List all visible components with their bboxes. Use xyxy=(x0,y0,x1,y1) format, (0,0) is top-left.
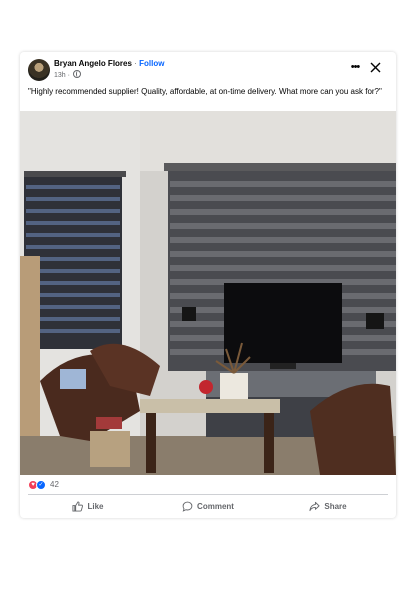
globe-icon xyxy=(72,70,81,78)
close-icon[interactable] xyxy=(369,61,382,74)
comment-icon xyxy=(182,501,193,512)
post-actions: Like Comment Share xyxy=(28,496,388,516)
like-button[interactable]: Like xyxy=(28,496,148,516)
like-label: Like xyxy=(87,501,104,511)
author-avatar[interactable] xyxy=(28,59,50,81)
facebook-post-card: Bryan Angelo Flores · Follow 13h · ••• "… xyxy=(20,52,396,518)
comment-label: Comment xyxy=(197,501,234,511)
more-options-icon[interactable]: ••• xyxy=(348,61,362,73)
post-time[interactable]: 13h · xyxy=(54,72,70,79)
reaction-count[interactable]: 42 xyxy=(50,480,59,489)
author-line: Bryan Angelo Flores · Follow xyxy=(54,59,164,68)
actions-divider xyxy=(28,494,388,495)
like-icon: ✓ xyxy=(36,480,46,490)
author-name[interactable]: Bryan Angelo Flores xyxy=(54,59,132,68)
reactions-bar[interactable]: ♥ ✓ 42 xyxy=(28,479,388,491)
thumbs-up-icon xyxy=(72,500,84,512)
post-meta: 13h · xyxy=(54,70,81,79)
share-icon xyxy=(309,501,320,511)
comment-button[interactable]: Comment xyxy=(148,496,268,516)
post-header: Bryan Angelo Flores · Follow 13h · ••• xyxy=(20,52,396,84)
name-separator: · xyxy=(134,59,137,68)
share-button[interactable]: Share xyxy=(268,496,388,516)
post-caption: "Highly recommended supplier! Quality, a… xyxy=(28,87,382,96)
share-label: Share xyxy=(324,501,347,511)
follow-link[interactable]: Follow xyxy=(139,59,164,68)
post-photo[interactable] xyxy=(20,111,396,475)
